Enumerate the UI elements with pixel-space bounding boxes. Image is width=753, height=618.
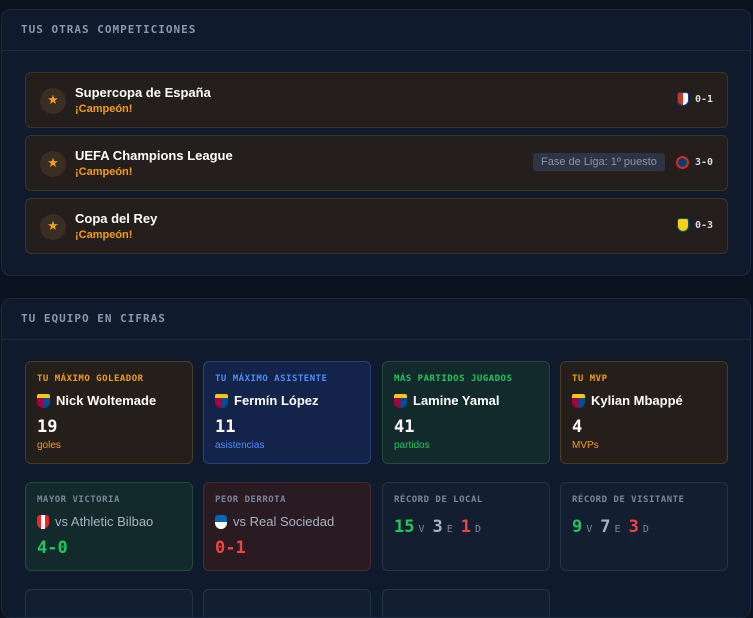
stats-title: TU EQUIPO EN CIFRAS	[21, 312, 166, 325]
mvp-card[interactable]: TU MVP Kylian Mbappé 4 MVPs	[560, 361, 728, 464]
barcelona-crest-icon	[37, 393, 50, 408]
opponent-name: vs Athletic Bilbao	[55, 514, 154, 529]
stat-unit: goles	[37, 440, 61, 451]
competition-result: ¡Campeón!	[75, 166, 133, 178]
wins-count: 9	[572, 517, 583, 537]
stat-card[interactable]	[382, 589, 550, 617]
draws-label: E	[614, 524, 621, 535]
divider	[2, 339, 750, 340]
competition-name: UEFA Champions League	[75, 148, 233, 163]
real-sociedad-crest-icon	[215, 514, 227, 529]
competition-row[interactable]: ★ Supercopa de España ¡Campeón! 0-1	[25, 72, 728, 128]
stat-card[interactable]	[203, 589, 371, 617]
player-name: Nick Woltemade	[56, 393, 157, 408]
card-label: PEOR DERROTA	[215, 495, 287, 505]
stat-value: 11	[215, 417, 236, 437]
competition-row[interactable]: ★ UEFA Champions League ¡Campeón! Fase d…	[25, 135, 728, 191]
final-score: 3-0	[694, 156, 713, 168]
card-label: TU MVP	[572, 374, 608, 384]
competition-result: ¡Campeón!	[75, 103, 133, 115]
stat-unit: partidos	[394, 440, 430, 451]
card-label: RÉCORD DE LOCAL	[394, 495, 483, 505]
competitions-title: TUS OTRAS COMPETICIONES	[21, 23, 197, 36]
home-record-card[interactable]: RÉCORD DE LOCAL 15 V 3E 1D	[382, 482, 550, 571]
losses-label: D	[475, 524, 482, 535]
competition-result: ¡Campeón!	[75, 229, 133, 241]
stat-value: 41	[394, 417, 415, 437]
player-name: Kylian Mbappé	[591, 393, 683, 408]
top-scorer-card[interactable]: TU MÁXIMO GOLEADOR Nick Woltemade 19 gol…	[25, 361, 193, 464]
card-label: RÉCORD DE VISITANTE	[572, 495, 685, 505]
match-score: 0-1	[215, 538, 246, 558]
barcelona-crest-icon	[215, 393, 228, 408]
wins-label: V	[586, 524, 593, 535]
away-record-card[interactable]: RÉCORD DE VISITANTE 9V 7E 3D	[560, 482, 728, 571]
competition-name: Supercopa de España	[75, 85, 211, 100]
competition-name: Copa del Rey	[75, 211, 158, 226]
competition-row[interactable]: ★ Copa del Rey ¡Campeón! 0-3	[25, 198, 728, 254]
stat-unit: asistencias	[215, 440, 265, 451]
final-score: 0-3	[694, 219, 713, 231]
card-label: TU MÁXIMO GOLEADOR	[37, 374, 144, 384]
phase-badge: Fase de Liga: 1º puesto	[533, 153, 665, 171]
star-icon: ★	[40, 214, 66, 240]
match-score: 4-0	[37, 538, 68, 558]
player-name: Lamine Yamal	[413, 393, 500, 408]
worst-loss-card[interactable]: PEOR DERROTA vs Real Sociedad 0-1	[203, 482, 371, 571]
wins-count: 15	[394, 517, 415, 537]
most-played-card[interactable]: MÁS PARTIDOS JUGADOS Lamine Yamal 41 par…	[382, 361, 550, 464]
team-stats-panel: TU EQUIPO EN CIFRAS TU MÁXIMO GOLEADOR N…	[1, 298, 751, 618]
losses-count: 3	[628, 517, 639, 537]
athletic-bilbao-crest-icon	[37, 514, 49, 529]
top-assist-card[interactable]: TU MÁXIMO ASISTENTE Fermín López 11 asis…	[203, 361, 371, 464]
card-label: MÁS PARTIDOS JUGADOS	[394, 374, 513, 384]
stat-value: 19	[37, 417, 58, 437]
barcelona-crest-icon	[572, 393, 585, 408]
biggest-win-card[interactable]: MAYOR VICTORIA vs Athletic Bilbao 4-0	[25, 482, 193, 571]
card-label: TU MÁXIMO ASISTENTE	[215, 374, 328, 384]
stat-unit: MVPs	[572, 440, 599, 451]
player-name: Fermín López	[234, 393, 319, 408]
competitions-panel: TUS OTRAS COMPETICIONES ★ Supercopa de E…	[1, 9, 751, 276]
final-score: 0-1	[694, 93, 713, 105]
draws-label: E	[446, 524, 453, 535]
barcelona-crest-icon	[394, 393, 407, 408]
divider	[2, 50, 750, 51]
stat-card[interactable]	[25, 589, 193, 617]
atletico-madrid-crest-icon	[676, 92, 689, 106]
villarreal-crest-icon	[676, 218, 689, 232]
draws-count: 7	[600, 517, 611, 537]
losses-label: D	[642, 524, 649, 535]
star-icon: ★	[40, 151, 66, 177]
opponent-name: vs Real Sociedad	[233, 514, 335, 529]
star-icon: ★	[40, 88, 66, 114]
card-label: MAYOR VICTORIA	[37, 495, 120, 505]
wins-label: V	[418, 524, 425, 535]
psg-crest-icon	[675, 155, 689, 169]
stat-value: 4	[572, 417, 583, 437]
losses-count: 1	[460, 517, 472, 537]
draws-count: 3	[432, 517, 443, 537]
